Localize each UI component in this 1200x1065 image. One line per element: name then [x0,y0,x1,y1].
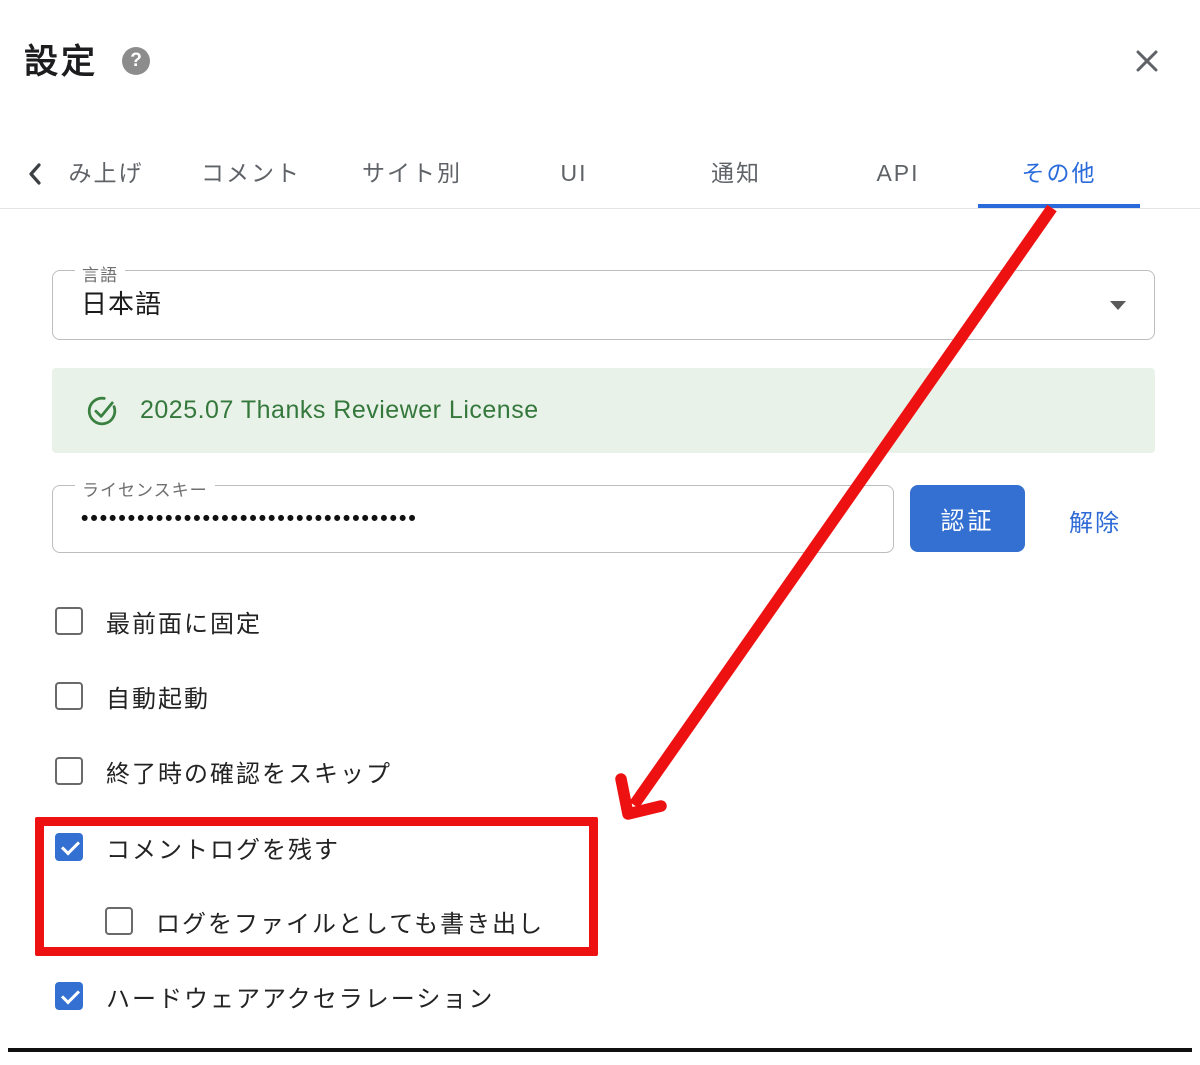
checkbox-label: 最前面に固定 [106,604,262,639]
settings-dialog: 設定 ? み上げ コメント サイト別 UI 通知 API その他 言語 日本語 [0,0,1200,1065]
checkbox-keep-comment-log[interactable] [55,833,83,861]
tab-site[interactable]: サイト別 [352,140,472,207]
checkbox-label: 自動起動 [106,679,210,714]
checkbox-row-skip-exit-confirm: 終了時の確認をスキップ [55,756,392,786]
close-icon [1132,46,1162,76]
checkbox-always-on-top[interactable] [55,607,83,635]
checkbox-row-keep-comment-log: コメントログを残す [55,832,340,862]
tab-sonota-active[interactable]: その他 [1012,140,1107,207]
tab-yomiage[interactable]: み上げ [59,140,154,207]
checkbox-label: ログをファイルとしても書き出し [156,904,544,939]
license-status-text: 2025.07 Thanks Reviewer License [140,396,539,425]
tab-comment[interactable]: コメント [191,140,311,207]
page-title: 設定 [24,34,98,83]
tab-notification[interactable]: 通知 [701,140,771,207]
authenticate-button[interactable]: 認証 [910,485,1025,552]
checkbox-label: コメントログを残す [106,830,340,865]
checkbox-skip-exit-confirm[interactable] [55,757,83,785]
active-tab-indicator [978,204,1140,208]
checkbox-label: 終了時の確認をスキップ [106,754,392,789]
deactivate-link[interactable]: 解除 [1069,503,1121,538]
license-key-field[interactable]: ライセンスキー ••••••••••••••••••••••••••••••••… [52,485,894,553]
tab-api[interactable]: API [866,140,929,207]
language-select[interactable]: 言語 日本語 [52,270,1155,340]
tab-bar: み上げ コメント サイト別 UI 通知 API その他 [0,140,1200,209]
checkbox-hardware-acceleration[interactable] [55,982,83,1010]
checkbox-label: ハードウェアアクセラレーション [106,979,494,1014]
help-icon[interactable]: ? [122,47,150,75]
checkbox-row-write-log-to-file: ログをファイルとしても書き出し [105,906,544,936]
checkbox-row-always-on-top: 最前面に固定 [55,606,262,636]
checkbox-write-log-to-file[interactable] [105,907,133,935]
tabs-scroll-left-button[interactable] [18,154,52,194]
close-button[interactable] [1126,40,1168,82]
language-select-value: 日本語 [81,271,162,338]
bottom-divider [8,1048,1192,1052]
dropdown-caret-icon [1110,301,1126,310]
checkbox-row-auto-start: 自動起動 [55,681,210,711]
tab-ui[interactable]: UI [551,140,598,207]
license-status-banner: 2025.07 Thanks Reviewer License [52,368,1155,453]
checkbox-auto-start[interactable] [55,682,83,710]
check-circle-icon [86,395,118,427]
chevron-left-icon [24,161,46,187]
license-key-masked-value: •••••••••••••••••••••••••••••••••••• [81,486,418,552]
checkbox-row-hardware-acceleration: ハードウェアアクセラレーション [55,981,494,1011]
